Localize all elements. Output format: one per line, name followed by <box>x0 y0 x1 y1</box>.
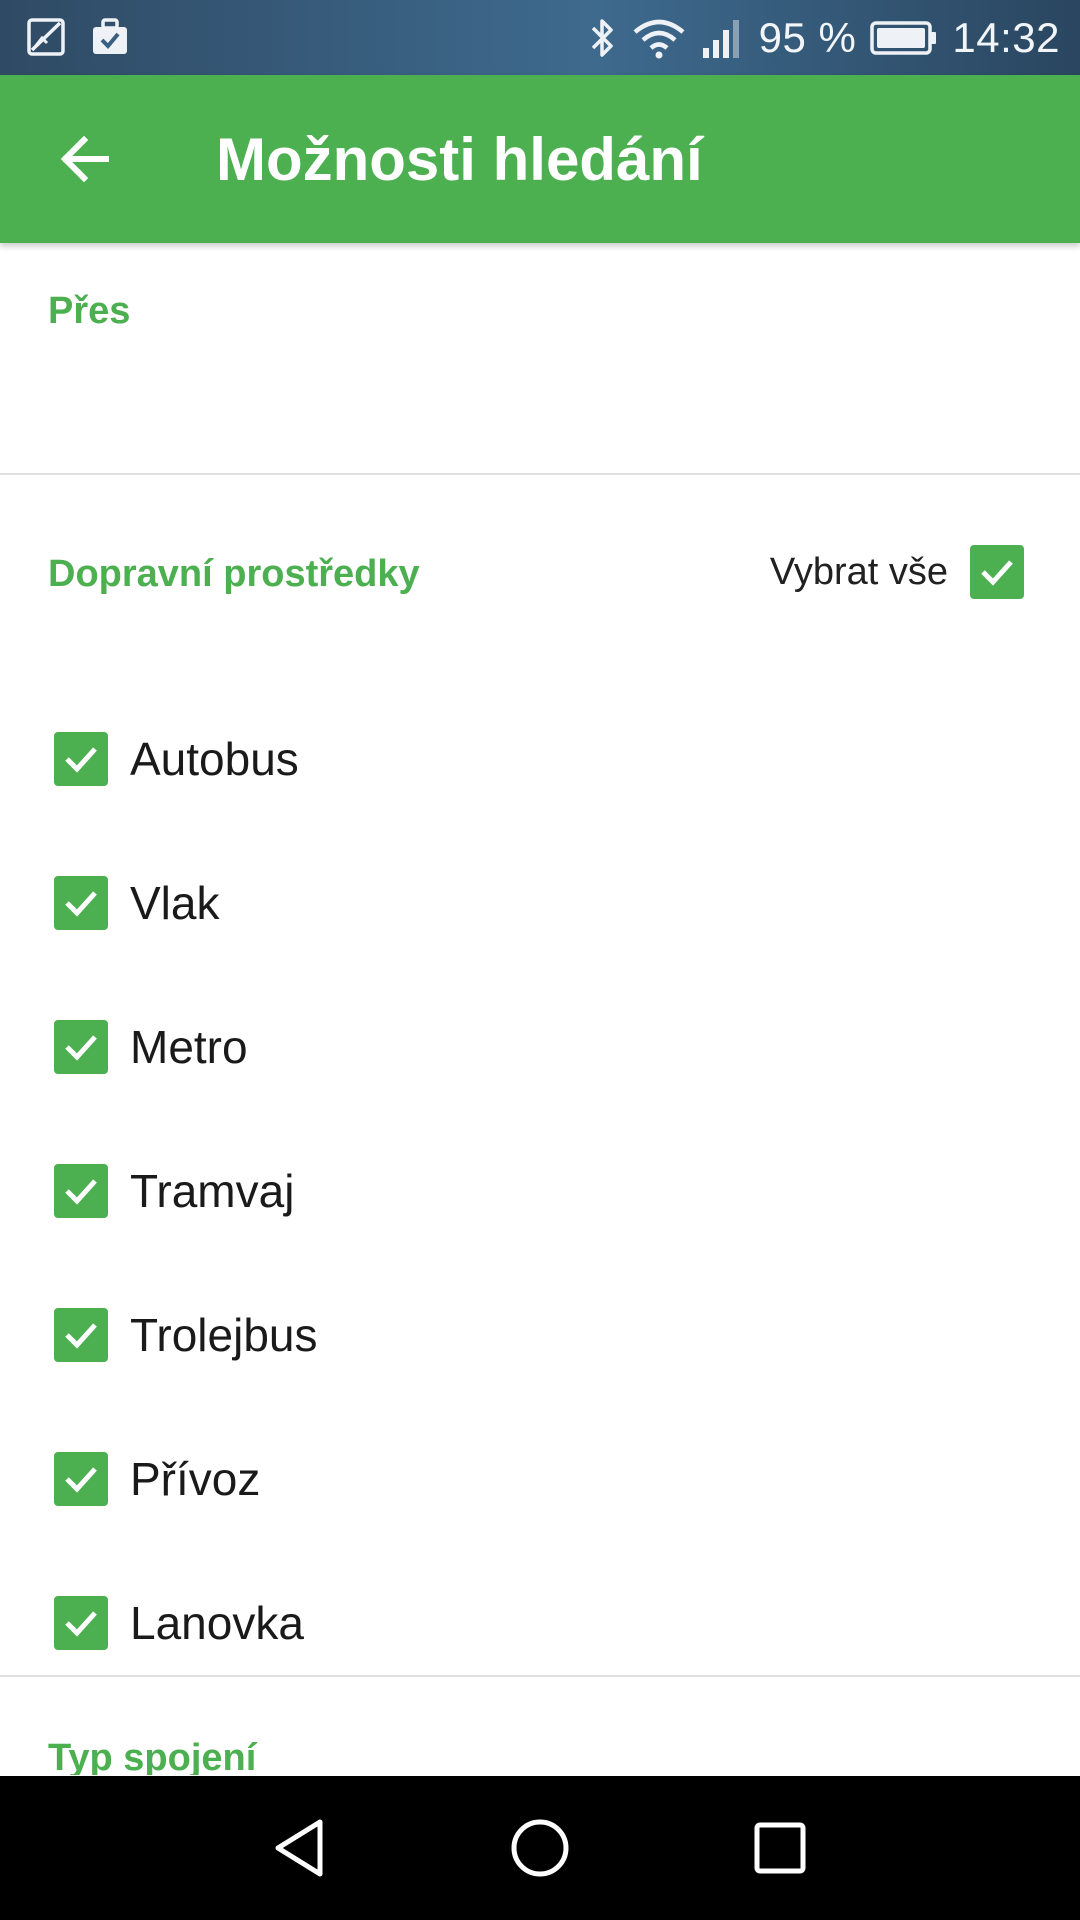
home-circle-icon <box>511 1819 569 1877</box>
checkmark-icon <box>981 560 1013 586</box>
divider <box>0 1675 1080 1677</box>
transport-label: Tramvaj <box>130 1165 295 1217</box>
select-all-label: Vybrat vše <box>769 550 948 593</box>
transport-label: Přívoz <box>130 1453 261 1505</box>
briefcase-icon <box>90 17 130 57</box>
transport-item-tramvaj[interactable]: Tramvaj <box>54 1119 1014 1263</box>
via-section-label: Přes <box>48 290 131 332</box>
system-nav-bar <box>0 1776 1080 1920</box>
page-title: Možnosti hledání <box>216 125 703 193</box>
transport-label: Trolejbus <box>130 1309 318 1361</box>
status-bar-right: 95 % 14:32 <box>587 0 1060 75</box>
select-all-checkbox[interactable] <box>970 545 1024 599</box>
checkmark-icon <box>65 1467 97 1493</box>
connection-type-section-label: Typ spojení <box>48 1737 257 1775</box>
checkmark-icon <box>65 1179 97 1205</box>
transport-label: Vlak <box>130 877 220 929</box>
transport-section-label: Dopravní prostředky <box>48 553 420 595</box>
clock: 14:32 <box>952 13 1060 61</box>
divider <box>0 473 1080 475</box>
battery-percent: 95 % <box>758 13 857 61</box>
transport-label: Autobus <box>130 733 299 785</box>
checkbox-trolejbus[interactable] <box>54 1308 108 1362</box>
signal-icon <box>701 16 745 60</box>
checkbox-tramvaj[interactable] <box>54 1164 108 1218</box>
back-triangle-icon <box>275 1819 323 1877</box>
back-button[interactable] <box>44 119 124 199</box>
checkmark-icon <box>65 1611 97 1637</box>
arrow-back-icon <box>56 131 112 187</box>
checkmark-icon <box>65 1035 97 1061</box>
checkbox-privoz[interactable] <box>54 1452 108 1506</box>
battery-icon <box>870 20 938 56</box>
transport-item-vlak[interactable]: Vlak <box>54 831 1014 975</box>
transport-label: Lanovka <box>130 1597 304 1649</box>
bluetooth-icon <box>587 16 617 60</box>
checkbox-vlak[interactable] <box>54 876 108 930</box>
transport-item-lanovka[interactable]: Lanovka <box>54 1551 1014 1695</box>
app-bar: Možnosti hledání <box>0 75 1080 243</box>
nav-recents-button[interactable] <box>735 1803 825 1893</box>
checkbox-lanovka[interactable] <box>54 1596 108 1650</box>
wifi-icon <box>631 16 687 60</box>
nav-home-button[interactable] <box>495 1803 585 1893</box>
checkbox-metro[interactable] <box>54 1020 108 1074</box>
gallery-icon <box>26 17 66 57</box>
recents-square-icon <box>754 1822 806 1874</box>
checkmark-icon <box>65 747 97 773</box>
status-bar: 95 % 14:32 <box>0 0 1080 75</box>
status-bar-left <box>26 17 130 57</box>
checkbox-autobus[interactable] <box>54 732 108 786</box>
checkmark-icon <box>65 1323 97 1349</box>
search-options-content: Přes Dopravní prostředky Vybrat vše Auto… <box>0 243 1080 1775</box>
nav-back-button[interactable] <box>255 1803 345 1893</box>
transport-item-privoz[interactable]: Přívoz <box>54 1407 1014 1551</box>
transport-item-autobus[interactable]: Autobus <box>54 687 1014 831</box>
select-all-toggle[interactable]: Vybrat vše <box>770 545 1024 599</box>
transport-item-metro[interactable]: Metro <box>54 975 1014 1119</box>
transport-label: Metro <box>130 1021 248 1073</box>
via-field[interactable] <box>48 343 1032 463</box>
transport-item-trolejbus[interactable]: Trolejbus <box>54 1263 1014 1407</box>
transport-list: Autobus Vlak Metro Tramvaj Trolejbus Pří… <box>54 687 1014 1695</box>
checkmark-icon <box>65 891 97 917</box>
